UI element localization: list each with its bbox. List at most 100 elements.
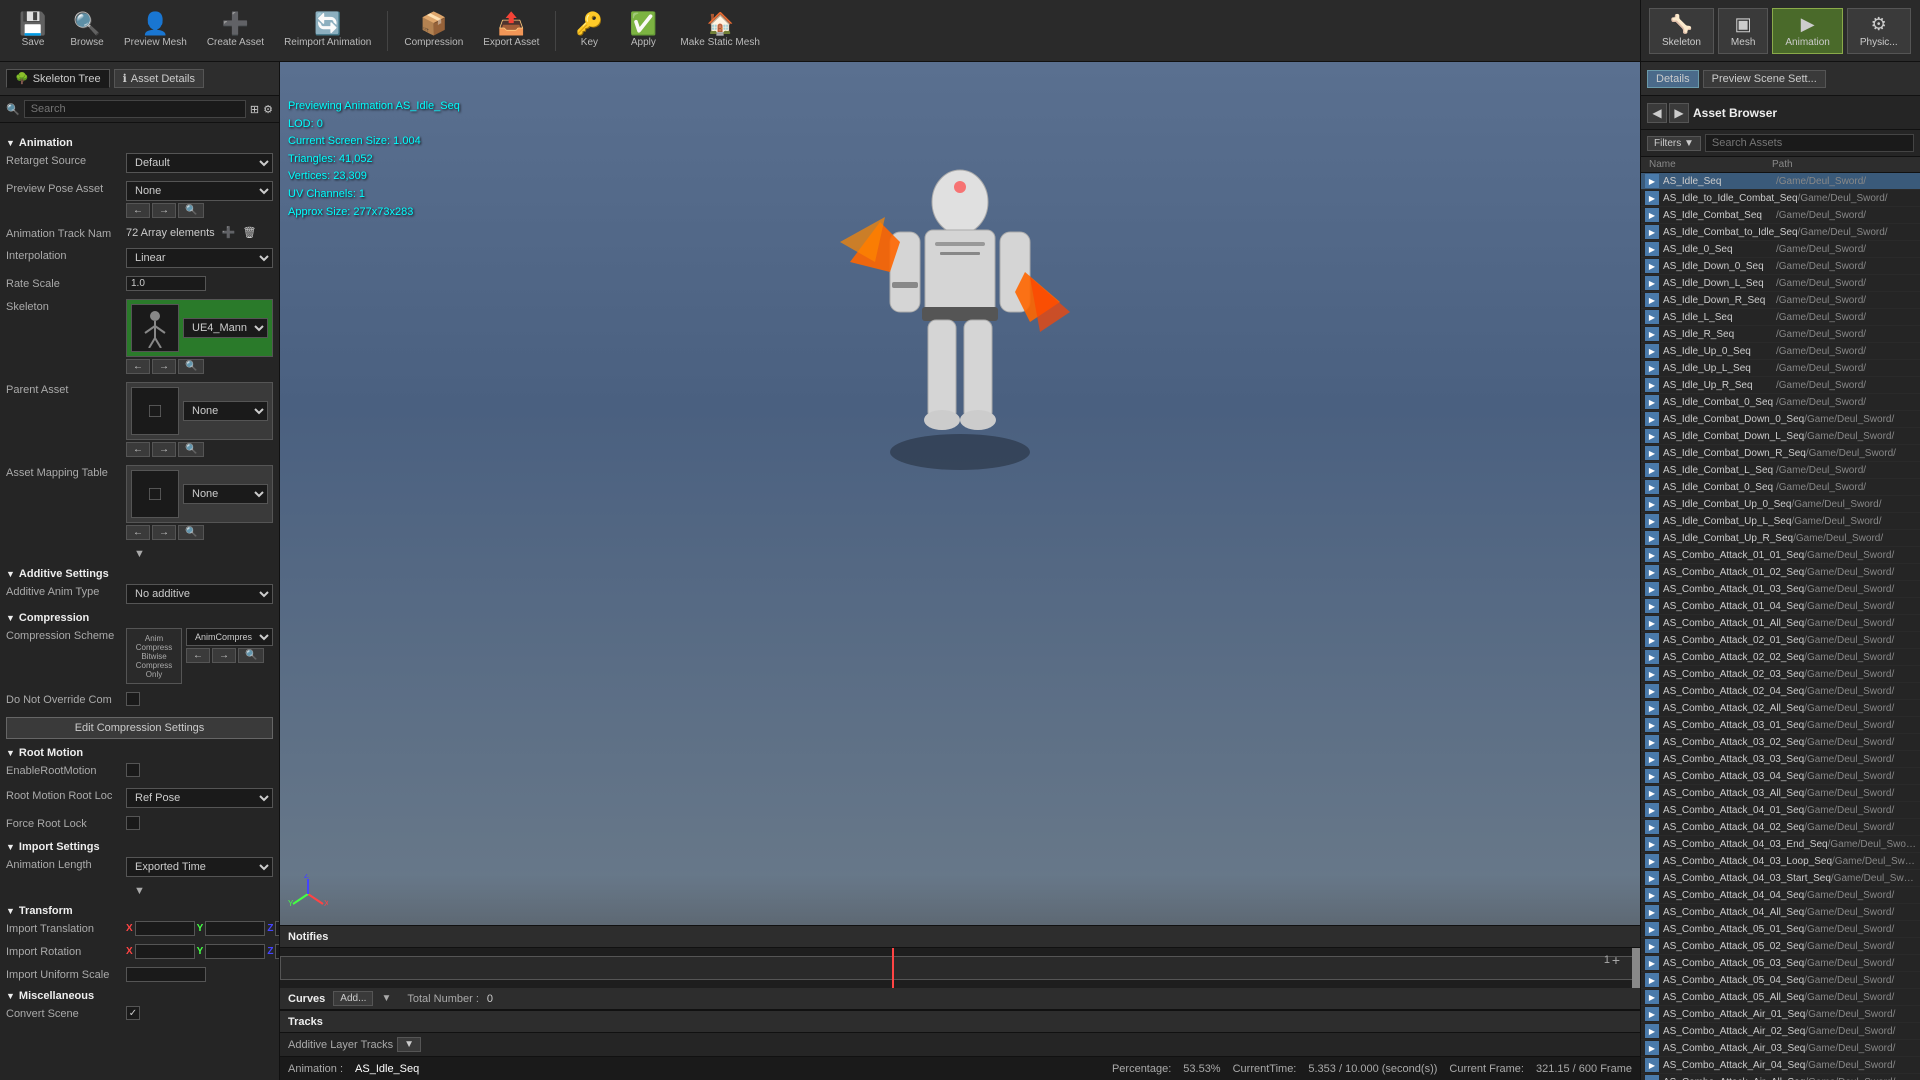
- asset-item[interactable]: ▶ AS_Idle_to_Idle_Combat_Seq /Game/Deul_…: [1641, 190, 1920, 207]
- asset-item[interactable]: ▶ AS_Idle_Combat_Up_L_Seq /Game/Deul_Swo…: [1641, 513, 1920, 530]
- asset-item[interactable]: ▶ AS_Combo_Attack_04_All_Seq /Game/Deul_…: [1641, 904, 1920, 921]
- import-settings-section[interactable]: Import Settings: [6, 841, 273, 853]
- import-translation-x[interactable]: 0.0: [135, 921, 195, 936]
- add-track-btn[interactable]: ➕: [222, 227, 236, 239]
- asset-item[interactable]: ▶ AS_Idle_Combat_Seq /Game/Deul_Sword/: [1641, 207, 1920, 224]
- skeleton-back-btn[interactable]: ←: [126, 359, 150, 374]
- asset-search-input[interactable]: [1705, 134, 1914, 152]
- asset-item[interactable]: ▶ AS_Combo_Attack_03_03_Seq /Game/Deul_S…: [1641, 751, 1920, 768]
- asset-item[interactable]: ▶ AS_Combo_Attack_02_04_Seq /Game/Deul_S…: [1641, 683, 1920, 700]
- enable-root-motion-checkbox[interactable]: [126, 763, 140, 777]
- asset-item[interactable]: ▶ AS_Combo_Attack_02_01_Seq /Game/Deul_S…: [1641, 632, 1920, 649]
- asset-item[interactable]: ▶ AS_Combo_Attack_05_All_Seq /Game/Deul_…: [1641, 989, 1920, 1006]
- asset-item[interactable]: ▶ AS_Idle_Combat_Down_0_Seq /Game/Deul_S…: [1641, 411, 1920, 428]
- asset-item[interactable]: ▶ AS_Combo_Attack_01_04_Seq /Game/Deul_S…: [1641, 598, 1920, 615]
- asset-item[interactable]: ▶ AS_Idle_R_Seq /Game/Deul_Sword/: [1641, 326, 1920, 343]
- asset-browser-back-btn[interactable]: ◀: [1647, 103, 1667, 123]
- asset-item[interactable]: ▶ AS_Combo_Attack_01_02_Seq /Game/Deul_S…: [1641, 564, 1920, 581]
- compression-back-btn[interactable]: ←: [186, 648, 210, 663]
- compression-button[interactable]: 📦 Compression: [396, 3, 471, 59]
- asset-item[interactable]: ▶ AS_Combo_Attack_Air_01_Seq /Game/Deul_…: [1641, 1006, 1920, 1023]
- make-static-mesh-button[interactable]: 🏠 Make Static Mesh: [672, 3, 767, 59]
- convert-scene-checkbox[interactable]: [126, 1006, 140, 1020]
- asset-item[interactable]: ▶ AS_Combo_Attack_04_03_End_Seq /Game/De…: [1641, 836, 1920, 853]
- compression-scheme-select[interactable]: AnimCompress_BitwiseCo...: [186, 628, 273, 646]
- root-motion-section[interactable]: Root Motion: [6, 747, 273, 759]
- mapping-search-btn[interactable]: 🔍: [178, 525, 204, 540]
- asset-item[interactable]: ▶ AS_Idle_Combat_Up_R_Seq /Game/Deul_Swo…: [1641, 530, 1920, 547]
- asset-item[interactable]: ▶ AS_Combo_Attack_01_All_Seq /Game/Deul_…: [1641, 615, 1920, 632]
- timeline-plus-btn[interactable]: +: [1612, 952, 1620, 968]
- animation-mode-button[interactable]: ▶ Animation: [1772, 8, 1842, 54]
- grid-view-icon[interactable]: ⊞: [250, 103, 259, 116]
- asset-item[interactable]: ▶ AS_Idle_0_Seq /Game/Deul_Sword/: [1641, 241, 1920, 258]
- asset-item[interactable]: ▶ AS_Combo_Attack_05_03_Seq /Game/Deul_S…: [1641, 955, 1920, 972]
- physics-mode-button[interactable]: ⚙ Physic...: [1847, 8, 1911, 54]
- import-rotation-x[interactable]: 0.0: [135, 944, 195, 959]
- asset-item[interactable]: ▶ AS_Combo_Attack_01_03_Seq /Game/Deul_S…: [1641, 581, 1920, 598]
- asset-item[interactable]: ▶ AS_Combo_Attack_04_03_Loop_Seq /Game/D…: [1641, 853, 1920, 870]
- key-button[interactable]: 🔑 Key: [564, 3, 614, 59]
- skeleton-search-btn[interactable]: 🔍: [178, 359, 204, 374]
- save-button[interactable]: 💾 Save: [8, 3, 58, 59]
- compression-section[interactable]: Compression: [6, 612, 273, 624]
- asset-details-tab[interactable]: ℹ Asset Details: [114, 69, 204, 88]
- remove-track-btn[interactable]: 🗑: [242, 227, 256, 239]
- mesh-mode-button[interactable]: ▣ Mesh: [1718, 8, 1768, 54]
- asset-item[interactable]: ▶ AS_Idle_Up_0_Seq /Game/Deul_Sword/: [1641, 343, 1920, 360]
- asset-item[interactable]: ▶ AS_Idle_Combat_Up_0_Seq /Game/Deul_Swo…: [1641, 496, 1920, 513]
- import-collapse-arrow[interactable]: ▼: [6, 885, 273, 897]
- collapse-arrow[interactable]: ▼: [6, 548, 273, 560]
- asset-item[interactable]: ▶ AS_Idle_Down_L_Seq /Game/Deul_Sword/: [1641, 275, 1920, 292]
- animation-section[interactable]: Animation: [6, 137, 273, 149]
- asset-item[interactable]: ▶ AS_Idle_Down_0_Seq /Game/Deul_Sword/: [1641, 258, 1920, 275]
- asset-item[interactable]: ▶ AS_Combo_Attack_05_04_Seq /Game/Deul_S…: [1641, 972, 1920, 989]
- create-asset-button[interactable]: ➕ Create Asset: [199, 3, 272, 59]
- asset-item[interactable]: ▶ AS_Combo_Attack_03_02_Seq /Game/Deul_S…: [1641, 734, 1920, 751]
- rate-scale-input[interactable]: [126, 276, 206, 291]
- additive-settings-section[interactable]: Additive Settings: [6, 568, 273, 580]
- details-tab[interactable]: Details: [1647, 70, 1699, 88]
- animation-length-select[interactable]: Exported Time: [126, 857, 273, 877]
- asset-item[interactable]: ▶ AS_Combo_Attack_05_02_Seq /Game/Deul_S…: [1641, 938, 1920, 955]
- asset-item[interactable]: ▶ AS_Idle_Down_R_Seq /Game/Deul_Sword/: [1641, 292, 1920, 309]
- asset-item[interactable]: ▶ AS_Combo_Attack_04_03_Start_Seq /Game/…: [1641, 870, 1920, 887]
- asset-item[interactable]: ▶ AS_Combo_Attack_01_01_Seq /Game/Deul_S…: [1641, 547, 1920, 564]
- root-motion-root-loc-select[interactable]: Ref Pose: [126, 788, 273, 808]
- asset-item[interactable]: ▶ AS_Idle_Combat_to_Idle_Seq /Game/Deul_…: [1641, 224, 1920, 241]
- mapping-fwd-btn[interactable]: →: [152, 525, 176, 540]
- compression-fwd-btn[interactable]: →: [212, 648, 236, 663]
- asset-item[interactable]: ▶ AS_Combo_Attack_03_All_Seq /Game/Deul_…: [1641, 785, 1920, 802]
- edit-compression-settings-button[interactable]: Edit Compression Settings: [6, 717, 273, 739]
- additive-layer-tracks-dropdown[interactable]: ▼: [397, 1037, 421, 1052]
- skeleton-fwd-btn[interactable]: →: [152, 359, 176, 374]
- asset-item[interactable]: ▶ AS_Idle_Up_L_Seq /Game/Deul_Sword/: [1641, 360, 1920, 377]
- parent-asset-search-btn[interactable]: 🔍: [178, 442, 204, 457]
- pose-asset-search-btn[interactable]: 🔍: [178, 203, 204, 218]
- asset-mapping-select[interactable]: None: [183, 484, 268, 504]
- preview-pose-asset-select[interactable]: None: [126, 181, 273, 201]
- asset-item[interactable]: ▶ AS_Idle_Combat_L_Seq /Game/Deul_Sword/: [1641, 462, 1920, 479]
- asset-item[interactable]: ▶ AS_Combo_Attack_02_03_Seq /Game/Deul_S…: [1641, 666, 1920, 683]
- miscellaneous-section[interactable]: Miscellaneous: [6, 990, 273, 1002]
- force-root-lock-checkbox[interactable]: [126, 816, 140, 830]
- asset-item[interactable]: ▶ AS_Idle_L_Seq /Game/Deul_Sword/: [1641, 309, 1920, 326]
- curves-add-button[interactable]: Add...: [333, 991, 373, 1006]
- notifies-track[interactable]: 1 +: [280, 948, 1640, 988]
- additive-anim-type-select[interactable]: No additive: [126, 584, 273, 604]
- pose-asset-back-btn[interactable]: ←: [126, 203, 150, 218]
- asset-item[interactable]: ▶ AS_Combo_Attack_02_02_Seq /Game/Deul_S…: [1641, 649, 1920, 666]
- asset-item[interactable]: ▶ AS_Combo_Attack_Air_02_Seq /Game/Deul_…: [1641, 1023, 1920, 1040]
- import-translation-z[interactable]: 0.0: [275, 921, 279, 936]
- asset-item[interactable]: ▶ AS_Idle_Combat_Down_R_Seq /Game/Deul_S…: [1641, 445, 1920, 462]
- skeleton-mode-button[interactable]: 🦴 Skeleton: [1649, 8, 1714, 54]
- asset-item[interactable]: ▶ AS_Combo_Attack_05_01_Seq /Game/Deul_S…: [1641, 921, 1920, 938]
- apply-button[interactable]: ✅ Apply: [618, 3, 668, 59]
- asset-item[interactable]: ▶ AS_Combo_Attack_03_01_Seq /Game/Deul_S…: [1641, 717, 1920, 734]
- asset-list[interactable]: ▶ AS_Idle_Seq /Game/Deul_Sword/ ▶ AS_Idl…: [1641, 173, 1920, 1080]
- browse-button[interactable]: 🔍 Browse: [62, 3, 112, 59]
- settings-icon[interactable]: ⚙: [263, 103, 273, 116]
- asset-item[interactable]: ▶ AS_Combo_Attack_Air_All_Seq /Game/Deul…: [1641, 1074, 1920, 1080]
- asset-item[interactable]: ▶ AS_Combo_Attack_04_01_Seq /Game/Deul_S…: [1641, 802, 1920, 819]
- asset-item[interactable]: ▶ AS_Idle_Seq /Game/Deul_Sword/: [1641, 173, 1920, 190]
